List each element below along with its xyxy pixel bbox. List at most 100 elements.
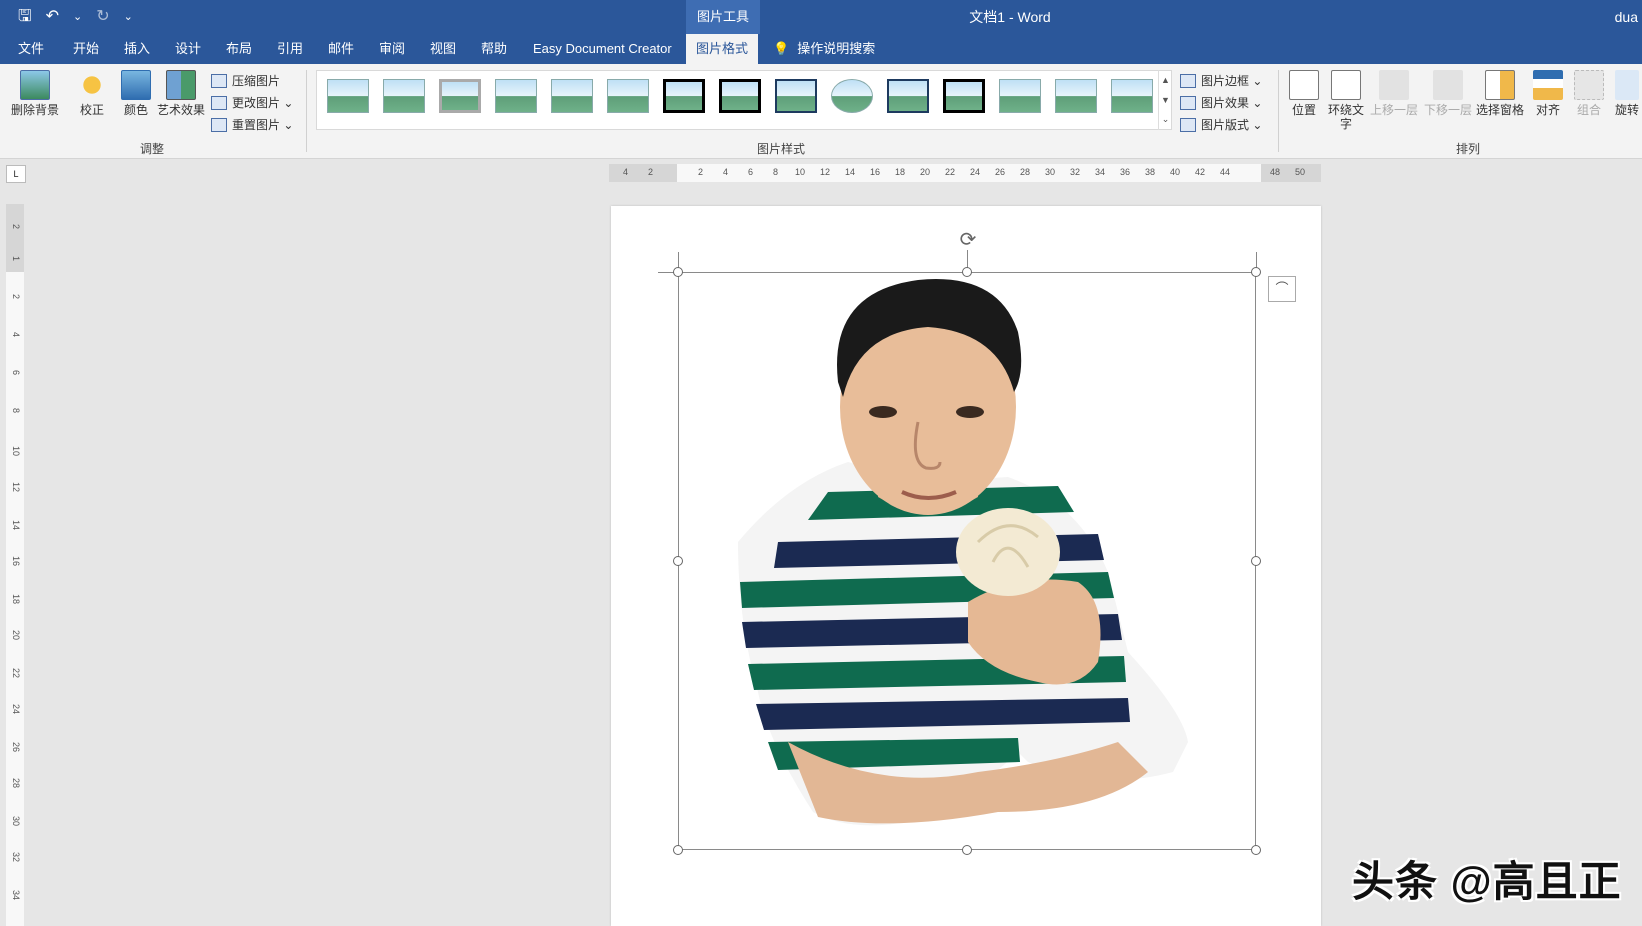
ruler-number: 26 [995,167,1006,177]
picture-style-1[interactable] [327,79,369,113]
lightbulb-icon: 💡 [773,41,790,56]
customize-qat-icon[interactable]: ⌄ [124,6,133,28]
ruler-number: 34 [1095,167,1106,177]
scroll-down-icon[interactable]: ▼ [1159,90,1172,110]
scroll-up-icon[interactable]: ▲ [1159,70,1172,90]
picture-border-icon [1180,73,1196,88]
ruler-number: 30 [1045,167,1056,177]
picture-style-3[interactable] [439,79,481,113]
picture-style-8[interactable] [719,79,761,113]
artistic-effects-button[interactable]: 艺术效果 [156,70,206,117]
picture-style-9[interactable] [775,79,817,113]
horizontal-ruler[interactable]: 4 2 2 4 6 8 10 12 14 16 18 20 22 24 26 2… [609,164,1321,182]
resize-handle-top-right[interactable] [1251,267,1261,277]
group-objects-button[interactable]: 组合 [1570,70,1608,117]
position-icon [1289,70,1319,100]
ruler-number: 26 [11,742,21,753]
resize-handle-bottom[interactable] [962,845,972,855]
picture-style-6[interactable] [607,79,649,113]
picture-style-5[interactable] [551,79,593,113]
ruler-number: 10 [795,167,806,177]
vertical-ruler[interactable]: 2 1 2 4 6 8 10 12 14 16 18 20 22 24 26 2… [6,204,24,926]
tab-design[interactable]: 设计 [175,34,201,64]
title-bar: 🖫 ↶ ⌄ ↻ ⌄ 图片工具 文档1 - Word dua [0,0,1642,34]
send-backward-icon [1433,70,1463,100]
resize-handle-bottom-left[interactable] [673,845,683,855]
layout-options-icon[interactable]: ⌒ [1268,276,1296,302]
ruler-number: 2 [648,167,654,177]
picture-style-2[interactable] [383,79,425,113]
tab-review[interactable]: 审阅 [379,34,405,64]
compress-pictures-button[interactable]: 压缩图片 [211,72,280,89]
picture-style-12[interactable] [943,79,985,113]
reset-picture-button[interactable]: 重置图片 ⌄ [211,116,293,133]
align-button[interactable]: 对齐 [1528,70,1568,117]
undo-icon[interactable]: ↶ [46,6,59,28]
ruler-number: 44 [1220,167,1231,177]
ruler-number: 10 [11,446,21,457]
resize-handle-left[interactable] [673,556,683,566]
ruler-number: 28 [11,778,21,789]
picture-layout-button[interactable]: 图片版式 ⌄ [1180,116,1262,133]
ruler-number: 12 [11,482,21,493]
tab-help[interactable]: 帮助 [481,34,507,64]
position-button[interactable]: 位置 [1284,70,1324,117]
bring-forward-button[interactable]: 上移一层 [1368,70,1420,117]
send-backward-button[interactable]: 下移一层 [1422,70,1474,117]
resize-handle-top[interactable] [962,267,972,277]
gallery-more-icon[interactable]: ⌄ [1159,110,1172,128]
picture-style-10[interactable] [831,79,873,113]
selection-pane-button[interactable]: 选择窗格 [1474,70,1526,117]
document-title: 文档1 - Word [969,9,1051,25]
tab-home[interactable]: 开始 [73,34,99,64]
picture-style-4[interactable] [495,79,537,113]
tab-selector[interactable]: L [6,165,26,183]
rotate-handle-icon[interactable]: ⟳ [957,229,979,251]
wrap-text-icon [1331,70,1361,100]
picture-style-14[interactable] [1055,79,1097,113]
tab-mailings[interactable]: 邮件 [328,34,354,64]
wrap-text-button[interactable]: 环绕文字 [1326,70,1366,131]
group-separator [1278,70,1279,152]
tell-me-search[interactable]: 💡 操作说明搜索 [773,34,875,64]
sun-icon [77,70,107,100]
rotate-button[interactable]: 旋转 [1612,70,1642,117]
resize-handle-top-left[interactable] [673,267,683,277]
picture-style-7[interactable] [663,79,705,113]
picture-effects-button[interactable]: 图片效果 ⌄ [1180,94,1262,111]
gallery-scrollbar[interactable]: ▲ ▼ ⌄ [1158,70,1172,130]
group-label-arrange: 排列 [1456,142,1481,156]
tab-picture-format[interactable]: 图片格式 [686,34,759,64]
picture-selection-frame[interactable] [678,272,1256,850]
tab-easy-document-creator[interactable]: Easy Document Creator [533,34,672,64]
ruler-number: 4 [723,167,729,177]
tab-references[interactable]: 引用 [277,34,303,64]
resize-handle-bottom-right[interactable] [1251,845,1261,855]
ruler-number: 50 [1295,167,1306,177]
corrections-button[interactable]: 校正 [70,70,114,117]
ruler-number: 6 [11,370,21,376]
tab-file[interactable]: 文件 [18,34,44,64]
remove-background-button[interactable]: 删除背景 [8,70,62,117]
user-account[interactable]: dua [1615,0,1642,34]
resize-handle-right[interactable] [1251,556,1261,566]
picture-style-11[interactable] [887,79,929,113]
picture-style-15[interactable] [1111,79,1153,113]
ruler-number: 24 [970,167,981,177]
undo-dropdown-icon[interactable]: ⌄ [73,6,82,28]
ruler-number: 30 [11,816,21,827]
save-icon[interactable]: 🖫 [18,6,32,28]
ruler-number: 22 [11,668,21,679]
picture-border-button[interactable]: 图片边框 ⌄ [1180,72,1262,89]
picture-style-13[interactable] [999,79,1041,113]
color-button[interactable]: 颜色 [114,70,158,117]
ruler-number: 4 [623,167,629,177]
color-icon [121,70,151,100]
change-picture-button[interactable]: 更改图片 ⌄ [211,94,293,111]
tab-view[interactable]: 视图 [430,34,456,64]
ruler-number: 20 [920,167,931,177]
tab-insert[interactable]: 插入 [124,34,150,64]
tab-layout[interactable]: 布局 [226,34,252,64]
redo-icon[interactable]: ↻ [96,6,109,28]
ruler-number: 34 [11,890,21,901]
